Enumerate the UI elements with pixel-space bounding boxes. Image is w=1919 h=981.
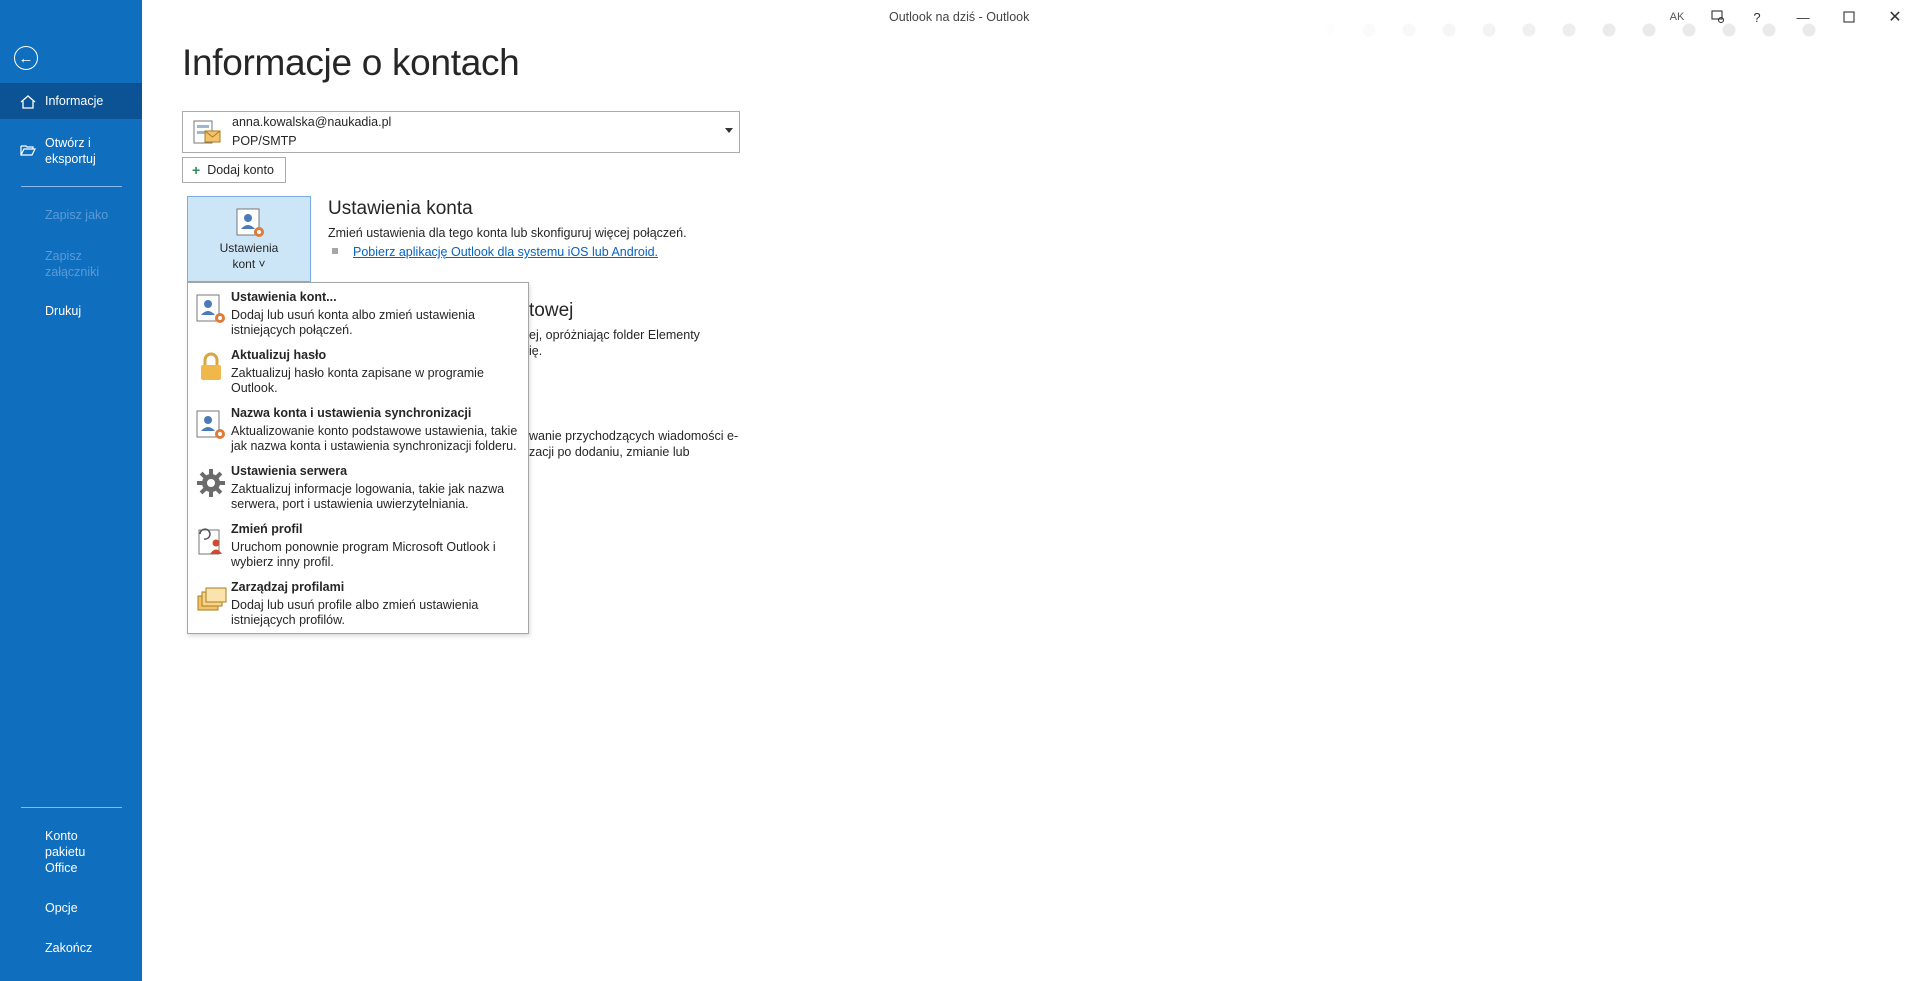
backstage-nav: ← Informacje Otwórz i eksportuj Zapisz j… (0, 0, 142, 981)
menu-item-desc: Dodaj lub usuń konta albo zmień ustawien… (231, 308, 475, 337)
menu-item-nazwa-konta-synchronizacja[interactable]: Nazwa konta i ustawienia synchronizacji … (188, 399, 528, 457)
account-settings-button[interactable]: Ustawienia kont ˅ (187, 196, 311, 282)
nav-divider (21, 186, 122, 187)
window-title: Outlook na dziś - Outlook (889, 10, 1030, 24)
menu-item-title: Aktualizuj hasło (231, 348, 327, 362)
mailbox-section-title-partial: towej (529, 300, 574, 321)
page-title: Informacje o kontach (182, 42, 520, 83)
back-arrow-icon[interactable]: ← (14, 46, 38, 70)
nav-item-opcje[interactable]: Opcje (0, 900, 142, 916)
nav-item-informacje[interactable]: Informacje (0, 83, 142, 119)
close-icon[interactable]: ✕ (1881, 6, 1909, 28)
add-account-button[interactable]: + Dodaj konto (182, 157, 286, 183)
help-icon[interactable]: ? (1743, 6, 1771, 28)
rules-desc-partial: wanie przychodzących wiadomości e- (529, 429, 739, 443)
section-description: Zmień ustawienia dla tego konta lub skon… (328, 226, 687, 240)
account-sync-icon (196, 410, 225, 439)
nav-label: Zakończ (45, 941, 93, 955)
nav-item-otworz-eksportuj[interactable]: Otwórz i eksportuj (0, 135, 142, 167)
account-settings-icon (196, 294, 225, 323)
menu-item-desc: Aktualizowanie konto podstawowe ustawien… (231, 424, 518, 453)
add-account-label: Dodaj konto (207, 163, 274, 177)
mailbox-desc-partial: ej, opróżniając folder Elementy (529, 328, 700, 342)
nav-label: Informacje (45, 94, 104, 108)
menu-item-title: Ustawienia kont... (231, 290, 337, 304)
nav-item-zakoncz[interactable]: Zakończ (0, 940, 142, 956)
settings-button-label-2: kont ˅ (232, 257, 266, 271)
user-avatar[interactable]: AK (1665, 7, 1689, 27)
settings-button-label-1: Ustawienia (219, 241, 279, 255)
menu-item-aktualizuj-haslo[interactable]: Aktualizuj hasło Zaktualizuj hasło konta… (188, 341, 528, 399)
plus-icon: + (192, 162, 201, 178)
bullet-icon (332, 248, 338, 254)
mobile-app-link[interactable]: Pobierz aplikację Outlook dla systemu iO… (353, 245, 658, 259)
lock-icon (201, 352, 221, 380)
nav-label: Zapisz załączniki (45, 249, 100, 279)
maximize-icon[interactable] (1835, 6, 1863, 28)
menu-item-desc: Uruchom ponownie program Microsoft Outlo… (231, 540, 496, 569)
account-type: POP/SMTP (232, 134, 297, 148)
nav-label: Zapisz jako (45, 208, 109, 222)
minimize-icon[interactable]: — (1789, 6, 1817, 28)
change-profile-icon (198, 528, 222, 555)
menu-item-title: Nazwa konta i ustawienia synchronizacji (231, 406, 472, 420)
account-settings-menu: Ustawienia kont... Dodaj lub usuń konta … (187, 282, 529, 634)
email-account-icon (193, 120, 221, 144)
home-icon (20, 95, 36, 109)
folder-open-icon (20, 145, 36, 156)
nav-item-zapisz-zalaczniki: Zapisz załączniki (0, 248, 142, 280)
nav-label: Konto pakietu Office (45, 829, 86, 875)
mailbox-desc-partial-2: ię. (529, 344, 543, 358)
account-selector[interactable]: anna.kowalska@naukadia.pl POP/SMTP (182, 111, 740, 153)
account-settings-icon (236, 208, 264, 237)
nav-item-zapisz-jako: Zapisz jako (0, 207, 142, 223)
menu-item-title: Zmień profil (231, 522, 303, 536)
nav-label: Otwórz i eksportuj (45, 136, 96, 166)
gear-icon (197, 469, 225, 497)
menu-item-ustawienia-serwera[interactable]: Ustawienia serwera Zaktualizuj informacj… (188, 457, 528, 515)
chevron-down-icon (725, 128, 733, 133)
coauthoring-icon[interactable] (1704, 6, 1732, 28)
rules-desc-partial-2: zacji po dodaniu, zmianie lub (529, 445, 690, 459)
nav-label: Drukuj (45, 304, 82, 318)
menu-item-desc: Zaktualizuj hasło konta zapisane w progr… (231, 366, 484, 395)
menu-item-title: Ustawienia serwera (231, 464, 348, 478)
nav-label: Opcje (45, 901, 78, 915)
nav-item-drukuj[interactable]: Drukuj (0, 303, 142, 319)
menu-item-zmien-profil[interactable]: Zmień profil Uruchom ponownie program Mi… (188, 515, 528, 573)
menu-item-title: Zarządzaj profilami (231, 580, 345, 594)
section-title-account-settings: Ustawienia konta (328, 198, 473, 219)
manage-profiles-icon (197, 587, 227, 611)
nav-item-konto-pakietu-office[interactable]: Konto pakietu Office (0, 828, 142, 876)
menu-item-zarzadzaj-profilami[interactable]: Zarządzaj profilami Dodaj lub usuń profi… (188, 573, 528, 631)
menu-item-ustawienia-kont[interactable]: Ustawienia kont... Dodaj lub usuń konta … (188, 283, 528, 341)
account-email: anna.kowalska@naukadia.pl (232, 115, 392, 129)
nav-divider (21, 807, 122, 808)
menu-item-desc: Dodaj lub usuń profile albo zmień ustawi… (231, 598, 479, 627)
menu-item-desc: Zaktualizuj informacje logowania, takie … (231, 482, 505, 511)
